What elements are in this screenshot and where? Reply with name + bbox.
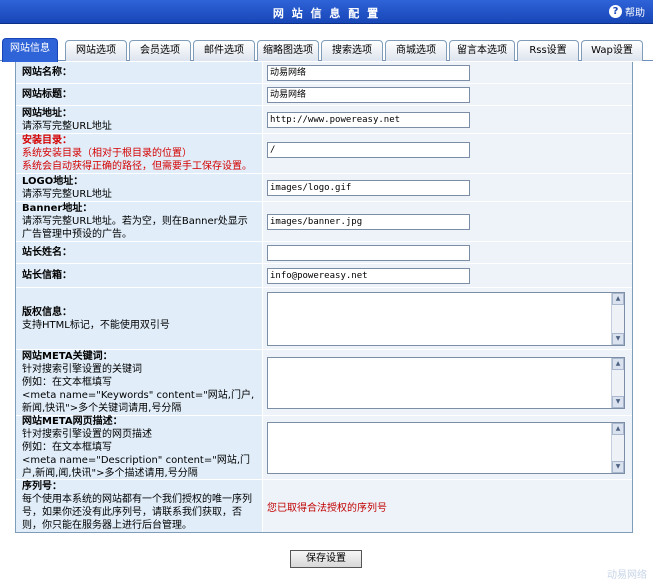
help-button[interactable]: ? 帮助 (609, 4, 645, 19)
footer-link[interactable]: 动易网络 (607, 566, 647, 581)
row-webmaster-email: 站长信箱： info@powereasy.net (16, 264, 632, 288)
row-meta-keywords: 网站META关键词： 针对搜索引擎设置的关键词 例如：在文本框填写 <meta … (16, 350, 632, 416)
site-title-label: 网站标题： (22, 89, 72, 100)
site-url-label: 网站地址： (22, 107, 72, 119)
help-icon: ? (609, 5, 622, 18)
webmaster-email-input[interactable]: info@powereasy.net (267, 267, 470, 284)
tab-rss-settings[interactable]: Rss设置 (517, 40, 579, 61)
logo-hint: 请添写完整URL地址 (22, 188, 112, 200)
tab-thumbnail-options[interactable]: 缩略图选项 (257, 40, 319, 61)
meta-description-scrollbar[interactable]: ▲ ▼ (611, 422, 624, 473)
site-name-label: 网站名称： (22, 67, 72, 78)
save-button[interactable]: 保存设置 (290, 550, 362, 568)
row-site-title: 网站标题： 动易网络 (16, 84, 632, 106)
banner-label: Banner地址： (22, 203, 93, 214)
meta-keywords-textarea[interactable]: ▲ ▼ (267, 356, 625, 409)
row-banner: Banner地址： 请添写完整URL地址。若为空，则在Banner处显示广告管理… (16, 202, 632, 242)
tab-mail-options[interactable]: 邮件选项 (193, 40, 255, 61)
serial-hint: 每个使用本系统的网站都有一个我们授权的唯一序列号，如果你还没有此序列号，请联系我… (22, 494, 252, 531)
webmaster-email-label: 站长信箱： (22, 270, 72, 281)
copyright-scrollbar[interactable]: ▲ ▼ (611, 292, 624, 345)
row-site-url: 网站地址： 请添写完整URL地址 http://www.powereasy.ne… (16, 106, 632, 134)
tab-shop-options[interactable]: 商城选项 (385, 40, 447, 61)
meta-keywords-label: 网站META关键词： (22, 351, 113, 362)
copyright-hint: 支持HTML标记，不能使用双引号 (22, 319, 170, 331)
meta-description-label: 网站META网页描述： (22, 416, 123, 427)
row-serial: 序列号： 每个使用本系统的网站都有一个我们授权的唯一序列号，如果你还没有此序列号… (16, 480, 632, 532)
tab-site-info[interactable]: 网站信息 (2, 38, 58, 62)
scroll-down-icon[interactable]: ▼ (612, 460, 624, 473)
serial-status: 您已取得合法授权的序列号 (267, 502, 387, 514)
row-meta-description: 网站META网页描述： 针对搜索引擎设置的网页描述 例如：在文本框填写 <met… (16, 416, 632, 480)
install-dir-hint-2: 系统会自动获得正确的路径，但需要手工保存设置。 (22, 161, 252, 172)
scroll-up-icon[interactable]: ▲ (612, 422, 624, 435)
site-url-hint: 请添写完整URL地址 (22, 120, 112, 132)
webmaster-name-input[interactable] (267, 244, 470, 261)
tab-bar: 网站信息 网站选项 会员选项 邮件选项 缩略图选项 搜索选项 商城选项 留言本选… (0, 38, 653, 62)
scroll-down-icon[interactable]: ▼ (612, 395, 624, 408)
tab-site-options[interactable]: 网站选项 (65, 40, 127, 61)
meta-keywords-hint-2: 例如：在文本框填写 (22, 377, 112, 388)
row-webmaster-name: 站长姓名： (16, 242, 632, 264)
tab-guestbook-options[interactable]: 留言本选项 (449, 40, 515, 61)
row-install-dir: 安装目录： 系统安装目录（相对于根目录的位置） 系统会自动获得正确的路径，但需要… (16, 134, 632, 174)
scroll-up-icon[interactable]: ▲ (612, 292, 624, 305)
meta-description-hint-1: 针对搜索引擎设置的网页描述 (22, 429, 152, 440)
tab-wap-settings[interactable]: Wap设置 (581, 40, 643, 61)
meta-keywords-hint-1: 针对搜索引擎设置的关键词 (22, 364, 142, 375)
row-logo: LOGO地址： 请添写完整URL地址 images/logo.gif (16, 174, 632, 202)
tab-search-options[interactable]: 搜索选项 (321, 40, 383, 61)
copyright-label: 版权信息： (22, 306, 72, 318)
site-name-input[interactable]: 动易网络 (267, 64, 470, 81)
install-dir-label: 安装目录： (22, 135, 72, 146)
banner-hint: 请添写完整URL地址。若为空，则在Banner处显示广告管理中预设的广告。 (22, 216, 248, 240)
site-url-input[interactable]: http://www.powereasy.net (267, 111, 470, 128)
meta-description-hint-3: <meta name="Description" content="网站,门户,… (22, 455, 251, 479)
page-header: 网 站 信 息 配 置 ? 帮助 (0, 0, 653, 24)
logo-input[interactable]: images/logo.gif (267, 179, 470, 196)
settings-form: 网站名称： 动易网络 网站标题： 动易网络 网站地址： 请添写完整URL地址 h… (15, 62, 633, 533)
copyright-textarea[interactable]: ▲ ▼ (267, 291, 625, 346)
scroll-up-icon[interactable]: ▲ (612, 357, 624, 370)
tab-member-options[interactable]: 会员选项 (129, 40, 191, 61)
meta-keywords-scrollbar[interactable]: ▲ ▼ (611, 357, 624, 408)
meta-description-textarea[interactable]: ▲ ▼ (267, 421, 625, 474)
banner-input[interactable]: images/banner.jpg (267, 213, 470, 230)
page-title: 网 站 信 息 配 置 (272, 7, 381, 20)
install-dir-hint-1: 系统安装目录（相对于根目录的位置） (22, 148, 192, 159)
help-label: 帮助 (625, 8, 645, 19)
meta-keywords-hint-3: <meta name="Keywords" content="网站,门户,新闻,… (22, 390, 255, 414)
install-dir-input[interactable]: / (267, 142, 470, 158)
row-site-name: 网站名称： 动易网络 (16, 62, 632, 84)
webmaster-name-label: 站长姓名： (22, 247, 72, 258)
site-title-input[interactable]: 动易网络 (267, 86, 470, 103)
serial-label: 序列号： (22, 481, 62, 492)
logo-label: LOGO地址： (22, 175, 84, 187)
scroll-down-icon[interactable]: ▼ (612, 332, 624, 345)
meta-description-hint-2: 例如：在文本框填写 (22, 442, 112, 453)
row-copyright: 版权信息： 支持HTML标记，不能使用双引号 ▲ ▼ (16, 288, 632, 350)
